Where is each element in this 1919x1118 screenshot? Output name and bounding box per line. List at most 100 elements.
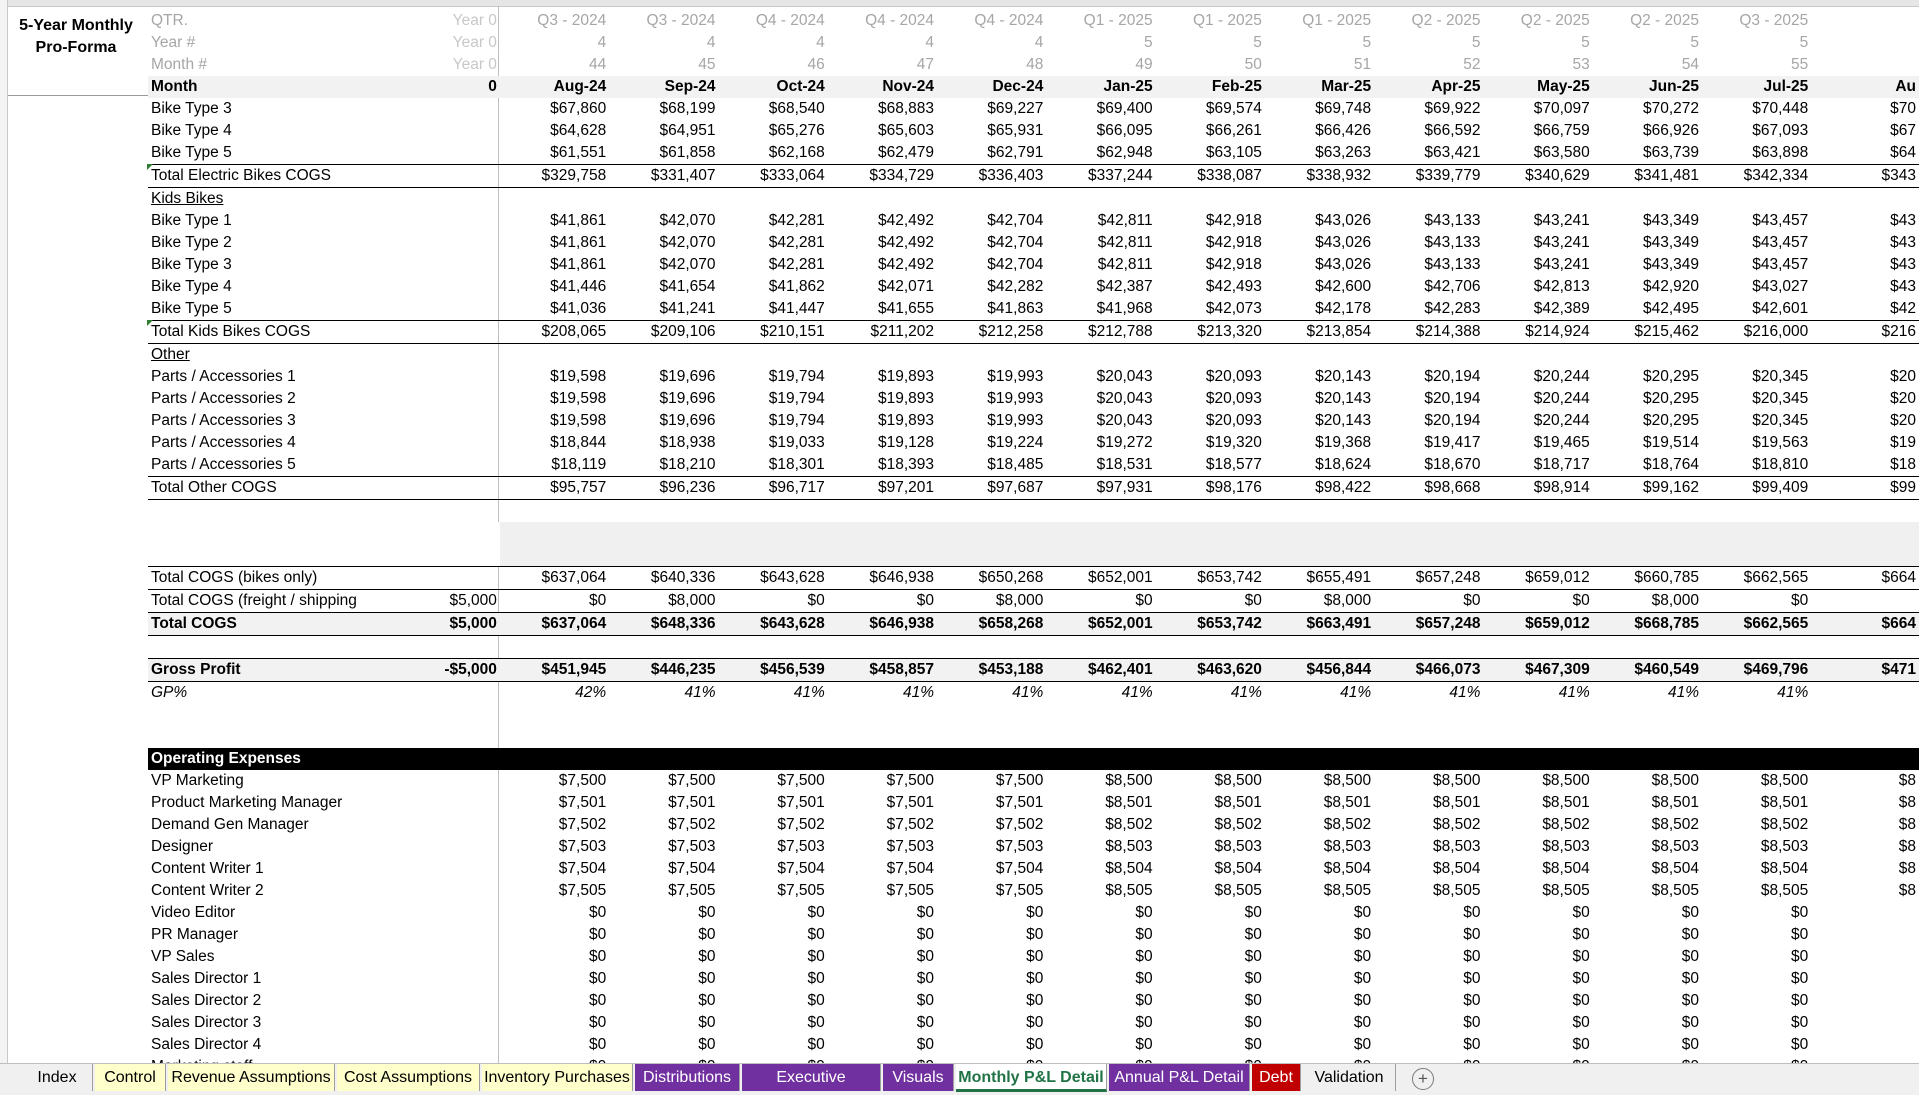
value-cell[interactable]: $0	[500, 924, 609, 946]
value-cell[interactable]: $7,500	[828, 770, 937, 792]
value-cell[interactable]	[1593, 344, 1702, 367]
value-cell[interactable]: 41%	[1702, 682, 1811, 705]
value-cell[interactable]: $446,235	[609, 658, 719, 682]
value-cell[interactable]	[1702, 636, 1811, 659]
row-label[interactable]: Bike Type 2	[148, 232, 388, 254]
row-label[interactable]: Parts / Accessories 4	[148, 432, 388, 454]
column-header-strip[interactable]	[0, 0, 1919, 7]
value-cell[interactable]: $8	[1811, 858, 1919, 880]
value-cell[interactable]: $7,505	[937, 880, 1046, 902]
value-cell[interactable]: $659,012	[1483, 612, 1593, 636]
value-cell[interactable]: $0	[609, 990, 718, 1012]
value-cell[interactable]: $0	[828, 1056, 937, 1063]
value-cell[interactable]: $0	[1156, 902, 1265, 924]
value-cell[interactable]: 51	[1265, 54, 1374, 76]
value-cell[interactable]: Jan-25	[1046, 76, 1156, 98]
value-cell[interactable]: $0	[937, 1034, 1046, 1056]
value-cell[interactable]: Mar-25	[1264, 76, 1375, 98]
value-cell[interactable]	[718, 544, 828, 567]
value-cell[interactable]: $0	[500, 946, 609, 968]
value-cell[interactable]	[827, 748, 938, 770]
value-cell[interactable]	[1046, 636, 1155, 659]
value-cell[interactable]	[1811, 990, 1919, 1012]
value-cell[interactable]: $42,706	[1374, 276, 1483, 298]
value-cell[interactable]: $8,500	[1593, 770, 1702, 792]
value-cell[interactable]: $19	[1811, 432, 1919, 454]
row-label[interactable]: Parts / Accessories 5	[148, 454, 388, 477]
value-cell[interactable]	[1374, 704, 1483, 726]
value-cell[interactable]: $20,244	[1483, 410, 1592, 432]
value-cell[interactable]: $637,064	[499, 566, 610, 590]
value-cell[interactable]: $7,500	[718, 770, 827, 792]
value-cell[interactable]: $0	[609, 1012, 718, 1034]
value-cell[interactable]: $8,000	[609, 590, 718, 613]
value-cell[interactable]	[1811, 590, 1919, 613]
value-cell[interactable]: $41,861	[500, 232, 609, 254]
value-cell[interactable]: $8,502	[1593, 814, 1702, 836]
value-cell[interactable]	[1374, 726, 1483, 748]
value-cell[interactable]: Aug-24	[499, 76, 610, 98]
value-cell[interactable]: $41,241	[609, 298, 718, 321]
value-cell[interactable]: $7,503	[937, 836, 1046, 858]
value-cell[interactable]	[1483, 522, 1593, 544]
value-cell[interactable]: $42,071	[828, 276, 937, 298]
value-cell[interactable]	[1483, 344, 1592, 367]
row-label[interactable]: Bike Type 5	[148, 142, 388, 165]
value-cell[interactable]: 5	[1702, 32, 1811, 54]
row-label[interactable]: Other	[148, 344, 388, 367]
value-cell[interactable]	[499, 544, 610, 567]
value-cell[interactable]: $0	[1593, 946, 1702, 968]
value-cell[interactable]	[718, 748, 828, 770]
value-cell[interactable]	[1265, 726, 1374, 748]
value-cell[interactable]	[1046, 522, 1156, 544]
value-cell[interactable]: $98,914	[1483, 476, 1593, 500]
value-cell[interactable]: $66,426	[1265, 120, 1374, 142]
value-cell[interactable]: $43,133	[1374, 210, 1483, 232]
value-cell[interactable]: $0	[609, 924, 718, 946]
value-cell[interactable]: $0	[1593, 990, 1702, 1012]
value-cell[interactable]: $8,000	[1265, 590, 1374, 613]
value-cell[interactable]: $68,540	[718, 98, 827, 120]
value-cell[interactable]	[1156, 704, 1265, 726]
value-cell[interactable]: $0	[937, 946, 1046, 968]
value-cell[interactable]: $212,788	[1046, 320, 1156, 344]
value-cell[interactable]: $0	[937, 1012, 1046, 1034]
value-cell[interactable]: $0	[1156, 990, 1265, 1012]
value-cell[interactable]: $43,133	[1374, 232, 1483, 254]
value-cell[interactable]	[1483, 726, 1592, 748]
value-cell[interactable]: $0	[1702, 1034, 1811, 1056]
value-cell[interactable]: $42,493	[1156, 276, 1265, 298]
value-cell[interactable]	[1374, 748, 1484, 770]
value-cell[interactable]: $658,268	[937, 612, 1047, 636]
value-cell[interactable]: Q1 - 2025	[1046, 10, 1155, 32]
value-cell[interactable]: $20,093	[1156, 366, 1265, 388]
value-cell[interactable]	[718, 500, 827, 523]
value-cell[interactable]: $42,811	[1046, 210, 1155, 232]
value-cell[interactable]: $0	[1156, 1056, 1265, 1063]
value-cell[interactable]: $0	[1593, 924, 1702, 946]
value-cell[interactable]: $98,422	[1264, 476, 1375, 500]
value-cell[interactable]: $63,739	[1593, 142, 1702, 165]
value-cell[interactable]: $209,106	[609, 320, 719, 344]
value-cell[interactable]: $43,027	[1702, 276, 1811, 298]
value-cell[interactable]: $19,224	[937, 432, 1046, 454]
value-cell[interactable]: $0	[1265, 1034, 1374, 1056]
value-cell[interactable]: $215,462	[1592, 320, 1703, 344]
value-cell[interactable]: $0	[937, 968, 1046, 990]
year0-cell[interactable]	[388, 924, 500, 946]
value-cell[interactable]: $7,500	[937, 770, 1046, 792]
value-cell[interactable]: $340,629	[1483, 164, 1593, 188]
value-cell[interactable]: 53	[1483, 54, 1592, 76]
value-cell[interactable]: $0	[828, 990, 937, 1012]
value-cell[interactable]: $43,349	[1593, 254, 1702, 276]
value-cell[interactable]: $337,244	[1046, 164, 1156, 188]
value-cell[interactable]: $19,563	[1702, 432, 1811, 454]
year0-cell[interactable]	[387, 476, 500, 500]
sheet-tab-executive-summary[interactable]: Executive Summary	[742, 1064, 881, 1113]
value-cell[interactable]	[1374, 544, 1484, 567]
value-cell[interactable]: $8,504	[1156, 858, 1265, 880]
value-cell[interactable]	[1811, 54, 1919, 76]
value-cell[interactable]: 55	[1702, 54, 1811, 76]
row-label[interactable]: Operating Expenses	[148, 748, 388, 770]
row-label[interactable]: Video Editor	[148, 902, 388, 924]
